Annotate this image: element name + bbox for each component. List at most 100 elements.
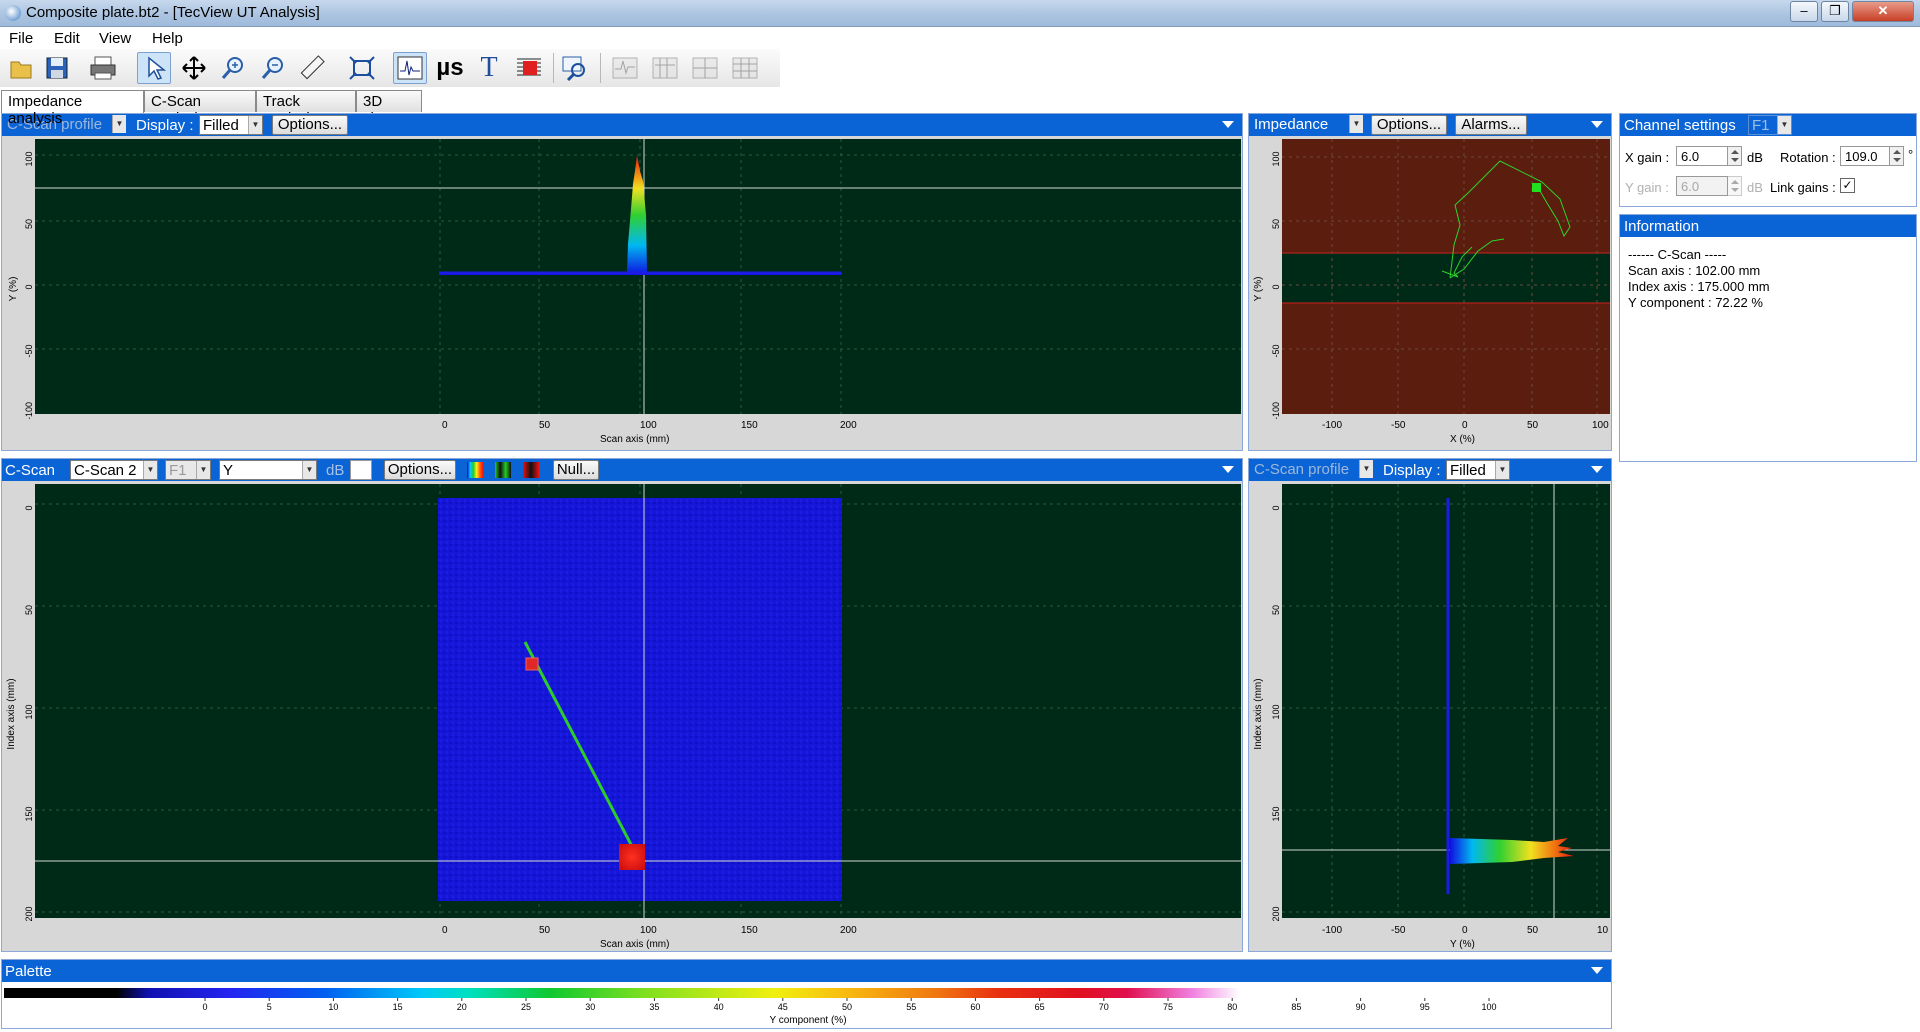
- search-icon[interactable]: [558, 52, 592, 84]
- info-line: ------ C-Scan -----: [1628, 247, 1727, 262]
- top-profile-plot[interactable]: [35, 139, 1241, 414]
- impedance-y-axis: Y (%) 100 50 0 -50 -100: [1253, 151, 1281, 419]
- collapse-icon[interactable]: [1591, 967, 1603, 974]
- open-folder-icon[interactable]: [4, 52, 38, 84]
- display-combo[interactable]: Filled ▼: [199, 115, 263, 135]
- y-gain-label: Y gain :: [1625, 180, 1669, 195]
- layout-2-icon[interactable]: [648, 52, 682, 84]
- side-profile-plot[interactable]: [1282, 484, 1610, 918]
- top-profile-panel: C-Scan profile▼ Display : Filled▼ Option…: [1, 113, 1243, 451]
- alarms-button[interactable]: Alarms...: [1455, 115, 1527, 135]
- microseconds-icon[interactable]: µs: [433, 52, 467, 84]
- options-button[interactable]: Options...: [272, 115, 348, 135]
- side-profile-header: C-Scan profile ▼ Display : Filled ▼: [1249, 459, 1611, 481]
- information-panel: Information ------ C-Scan ----- Scan axi…: [1619, 214, 1917, 462]
- link-gains-checkbox[interactable]: ✓: [1840, 178, 1855, 193]
- tab-3d-view[interactable]: 3D view: [356, 90, 422, 127]
- svg-text:0: 0: [1271, 284, 1281, 289]
- tab-cscan-analysis[interactable]: C-Scan analysis: [144, 90, 256, 127]
- menu-help[interactable]: Help: [152, 30, 183, 47]
- db-field[interactable]: [350, 460, 372, 480]
- menu-bar: File Edit View Help: [0, 27, 1920, 49]
- layout-4-icon[interactable]: [728, 52, 762, 84]
- palette-tick-label: 75: [1163, 1002, 1173, 1012]
- close-button[interactable]: ✕: [1852, 1, 1914, 22]
- cscan-channel-combo[interactable]: F1 ▼: [165, 460, 211, 480]
- text-tool-label: T: [480, 52, 498, 83]
- window-title: Composite plate.bt2 - [TecView UT Analys…: [26, 4, 320, 21]
- channel-settings-header: Channel settings F1 ▼: [1620, 114, 1916, 136]
- side-xtick-1: -50: [1391, 925, 1406, 936]
- top-xtick-100: 100: [640, 420, 657, 431]
- layout-3-icon[interactable]: [688, 52, 722, 84]
- rotation-field[interactable]: 109.0: [1840, 146, 1890, 166]
- save-icon[interactable]: [40, 52, 74, 84]
- imp-xtick-1: -50: [1391, 420, 1406, 431]
- palette-tick-label: 40: [714, 1002, 724, 1012]
- impedance-options-button[interactable]: Options...: [1371, 115, 1447, 135]
- palette-3-icon[interactable]: [523, 462, 539, 478]
- palette-title: Palette: [5, 963, 52, 980]
- impedance-type-combo[interactable]: Impedance ▼: [1251, 115, 1363, 135]
- svg-text:100: 100: [1271, 151, 1281, 166]
- menu-view[interactable]: View: [99, 30, 131, 47]
- palette-tick-label: 15: [393, 1002, 403, 1012]
- imp-xtick-2: 0: [1462, 420, 1468, 431]
- palette-tick-label: 55: [906, 1002, 916, 1012]
- info-line: Y component : 72.22 %: [1628, 295, 1763, 310]
- pointer-icon[interactable]: [137, 52, 171, 84]
- palette-icon[interactable]: [467, 462, 483, 478]
- rotation-unit: °: [1908, 147, 1914, 162]
- signal-icon[interactable]: [512, 52, 546, 84]
- palette-2-icon[interactable]: [495, 462, 511, 478]
- y-gain-field[interactable]: 6.0: [1676, 176, 1728, 196]
- top-xtick-150: 150: [741, 420, 758, 431]
- palette-header: Palette: [2, 960, 1611, 982]
- zoom-out-icon[interactable]: [256, 52, 290, 84]
- cscan-xtick-50: 50: [539, 925, 551, 936]
- side-profile-svg: [1282, 484, 1610, 918]
- db-label: dB: [326, 462, 345, 479]
- rotation-spinner[interactable]: [1889, 146, 1904, 166]
- fit-view-icon[interactable]: [345, 52, 379, 84]
- minimize-button[interactable]: –: [1790, 1, 1818, 22]
- palette-tick-label: 60: [970, 1002, 980, 1012]
- print-icon[interactable]: [86, 52, 120, 84]
- toolbar-separator: [600, 53, 601, 83]
- tab-track-analysis[interactable]: Track analysis: [256, 90, 356, 127]
- impedance-plot[interactable]: [1282, 139, 1610, 414]
- layout-1-icon[interactable]: [608, 52, 642, 84]
- svg-text:100: 100: [24, 704, 34, 719]
- cscan-plot[interactable]: [35, 484, 1241, 918]
- cscan-y-axis: Index axis (mm) 0 50 100 150 200: [6, 505, 34, 921]
- cscan-combo[interactable]: C-Scan 2 ▼: [70, 460, 158, 480]
- cscan-options-button[interactable]: Options...: [384, 460, 456, 480]
- side-profile-type-combo[interactable]: C-Scan profile ▼: [1251, 460, 1373, 480]
- ascan-icon[interactable]: [393, 52, 427, 84]
- x-gain-field[interactable]: 6.0: [1676, 146, 1728, 166]
- cscan-svg: [35, 484, 1241, 918]
- collapse-icon[interactable]: [1591, 466, 1603, 473]
- restore-button[interactable]: ❐: [1821, 1, 1849, 22]
- null-button[interactable]: Null...: [553, 460, 599, 480]
- x-gain-spinner[interactable]: [1727, 146, 1742, 166]
- information-title: Information: [1624, 218, 1700, 235]
- x-gain-unit: dB: [1747, 150, 1763, 165]
- side-display-combo[interactable]: Filled ▼: [1446, 460, 1510, 480]
- svg-text:50: 50: [1271, 605, 1281, 615]
- component-combo[interactable]: Y ▼: [219, 460, 317, 480]
- collapse-icon[interactable]: [1222, 466, 1234, 473]
- impedance-header: Impedance ▼ Options... Alarms...: [1249, 114, 1611, 136]
- text-icon[interactable]: T: [472, 52, 506, 84]
- tab-impedance-analysis[interactable]: Impedance analysis: [1, 90, 144, 127]
- channel-combo[interactable]: F1 ▼: [1748, 115, 1792, 135]
- collapse-icon[interactable]: [1222, 121, 1234, 128]
- move-icon[interactable]: [177, 52, 211, 84]
- y-gain-spinner[interactable]: [1727, 176, 1742, 196]
- ruler-icon[interactable]: [295, 52, 329, 84]
- menu-edit[interactable]: Edit: [54, 30, 80, 47]
- menu-file[interactable]: File: [9, 30, 33, 47]
- channel-settings-panel: Channel settings F1 ▼ X gain : 6.0 dB Rot…: [1619, 113, 1917, 207]
- collapse-icon[interactable]: [1591, 121, 1603, 128]
- zoom-in-icon[interactable]: [216, 52, 250, 84]
